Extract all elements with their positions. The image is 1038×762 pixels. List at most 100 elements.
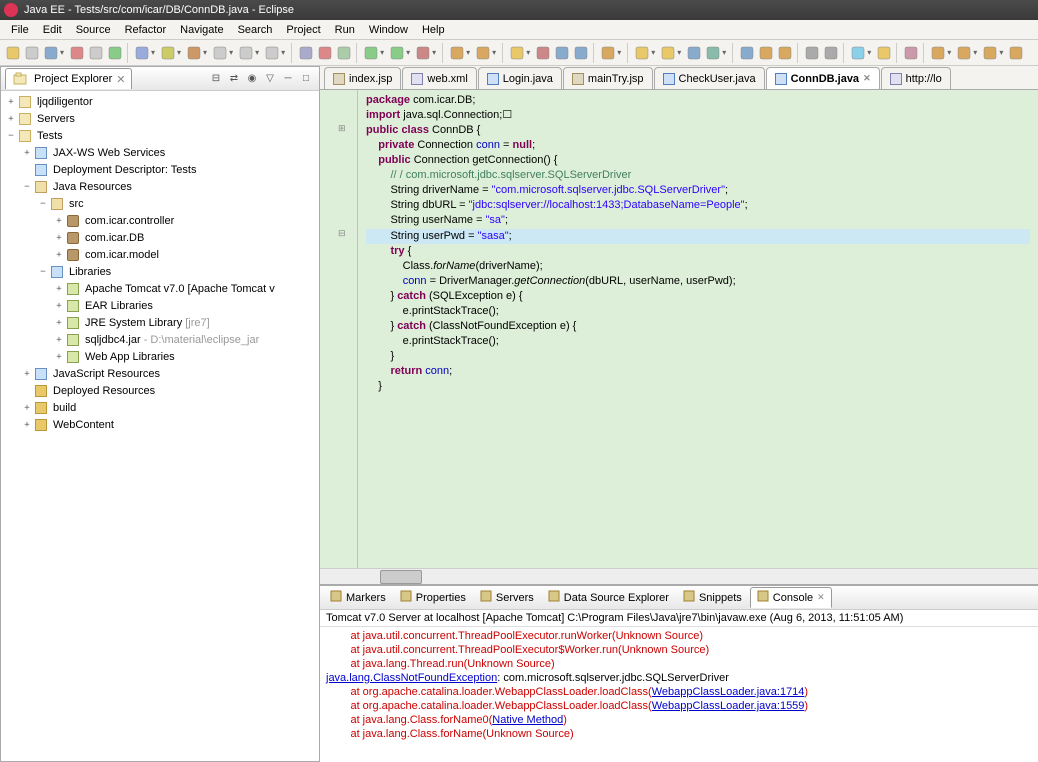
tree-node[interactable]: −Tests: [1, 127, 319, 144]
toolbar-button-9[interactable]: [185, 44, 202, 61]
menu-navigate[interactable]: Navigate: [173, 24, 230, 36]
tree-twisty[interactable]: −: [37, 267, 49, 277]
tree-node[interactable]: +JRE System Library [jre7]: [1, 314, 319, 331]
toolbar-dropdown-19[interactable]: ▾: [406, 48, 410, 57]
menu-refactor[interactable]: Refactor: [118, 24, 174, 36]
toolbar-button-16[interactable]: [335, 44, 352, 61]
toolbar-button-27[interactable]: [553, 44, 570, 61]
toolbar-dropdown-18[interactable]: ▾: [380, 48, 384, 57]
toolbar-dropdown-11[interactable]: ▾: [255, 48, 259, 57]
tree-twisty[interactable]: +: [21, 148, 33, 158]
toolbar-button-26[interactable]: [534, 44, 551, 61]
toolbar-dropdown-51[interactable]: ▾: [999, 48, 1003, 57]
menu-run[interactable]: Run: [328, 24, 362, 36]
toolbar-button-47[interactable]: [902, 44, 919, 61]
toolbar-button-44[interactable]: [849, 44, 866, 61]
tree-twisty[interactable]: +: [53, 233, 65, 243]
toolbar-dropdown-10[interactable]: ▾: [229, 48, 233, 57]
toolbar-button-28[interactable]: [572, 44, 589, 61]
tree-twisty[interactable]: +: [53, 335, 65, 345]
editor-tab-index-jsp[interactable]: index.jsp: [324, 67, 401, 89]
view-menu-icon[interactable]: ▽: [262, 71, 278, 87]
editor-tab-http-lo[interactable]: http://lo: [881, 67, 951, 89]
close-icon[interactable]: ✕: [817, 592, 825, 603]
horizontal-scrollbar[interactable]: [320, 568, 1038, 584]
tree-node[interactable]: +sqljdbc4.jar - D:\material\eclipse_jar: [1, 331, 319, 348]
view-tab-snippets[interactable]: Snippets: [677, 588, 748, 607]
tree-twisty[interactable]: +: [21, 369, 33, 379]
toolbar-button-39[interactable]: [776, 44, 793, 61]
menu-file[interactable]: File: [4, 24, 36, 36]
toolbar-dropdown-2[interactable]: ▾: [60, 48, 64, 57]
close-tab-icon[interactable]: ✕: [863, 73, 871, 84]
toolbar-button-3[interactable]: [68, 44, 85, 61]
tree-node[interactable]: +com.icar.controller: [1, 212, 319, 229]
tree-twisty[interactable]: +: [53, 284, 65, 294]
toolbar-button-45[interactable]: [875, 44, 892, 61]
tree-node[interactable]: Deployed Resources: [1, 382, 319, 399]
menu-window[interactable]: Window: [362, 24, 415, 36]
tree-node[interactable]: −Libraries: [1, 263, 319, 280]
view-tab-properties[interactable]: Properties: [394, 588, 472, 607]
toolbar-button-18[interactable]: [362, 44, 379, 61]
fold-marker[interactable]: ⊞: [338, 123, 346, 134]
minimize-icon[interactable]: ─: [280, 71, 296, 87]
tree-twisty[interactable]: +: [21, 420, 33, 430]
toolbar-dropdown-7[interactable]: ▾: [151, 48, 155, 57]
toolbar-button-5[interactable]: [106, 44, 123, 61]
toolbar-button-41[interactable]: [803, 44, 820, 61]
tree-twisty[interactable]: +: [53, 216, 65, 226]
tree-twisty[interactable]: −: [37, 199, 49, 209]
toolbar-dropdown-35[interactable]: ▾: [722, 48, 726, 57]
toolbar-button-37[interactable]: [738, 44, 755, 61]
menu-search[interactable]: Search: [231, 24, 280, 36]
link-editor-icon[interactable]: ⇄: [226, 71, 242, 87]
editor-gutter[interactable]: ⊞⊟: [320, 90, 358, 568]
collapse-all-icon[interactable]: ⊟: [208, 71, 224, 87]
toolbar-button-51[interactable]: [981, 44, 998, 61]
code-editor[interactable]: package com.icar.DB;import java.sql.Conn…: [358, 90, 1038, 568]
view-tab-markers[interactable]: Markers: [324, 588, 392, 607]
tree-twisty[interactable]: +: [5, 97, 17, 107]
toolbar-button-22[interactable]: [448, 44, 465, 61]
fold-marker[interactable]: ⊟: [338, 228, 346, 239]
project-tree[interactable]: +ljqdiligentor+Servers−Tests+JAX-WS Web …: [1, 91, 319, 761]
tree-node[interactable]: +Servers: [1, 110, 319, 127]
toolbar-dropdown-9[interactable]: ▾: [203, 48, 207, 57]
project-explorer-tab[interactable]: Project Explorer ✕: [5, 68, 132, 89]
console-output[interactable]: at java.util.concurrent.ThreadPoolExecut…: [320, 627, 1038, 762]
toolbar-button-38[interactable]: [757, 44, 774, 61]
menu-project[interactable]: Project: [279, 24, 327, 36]
toolbar-button-1[interactable]: [23, 44, 40, 61]
toolbar-button-33[interactable]: [659, 44, 676, 61]
tree-node[interactable]: +Web App Libraries: [1, 348, 319, 365]
toolbar-dropdown-32[interactable]: ▾: [651, 48, 655, 57]
toolbar-button-25[interactable]: [508, 44, 525, 61]
tree-node[interactable]: +EAR Libraries: [1, 297, 319, 314]
tree-node[interactable]: Deployment Descriptor: Tests: [1, 161, 319, 178]
menu-edit[interactable]: Edit: [36, 24, 69, 36]
tree-twisty[interactable]: +: [53, 318, 65, 328]
window-close-icon[interactable]: [4, 3, 18, 17]
editor-tab-Login-java[interactable]: Login.java: [478, 67, 562, 89]
tree-twisty[interactable]: +: [5, 114, 17, 124]
maximize-icon[interactable]: □: [298, 71, 314, 87]
toolbar-dropdown-30[interactable]: ▾: [617, 48, 621, 57]
tree-twisty[interactable]: +: [53, 250, 65, 260]
toolbar-button-50[interactable]: [955, 44, 972, 61]
toolbar-button-4[interactable]: [87, 44, 104, 61]
tree-node[interactable]: +JavaScript Resources: [1, 365, 319, 382]
toolbar-button-15[interactable]: [316, 44, 333, 61]
tree-twisty[interactable]: +: [21, 403, 33, 413]
tree-node[interactable]: +ljqdiligentor: [1, 93, 319, 110]
toolbar-button-11[interactable]: [237, 44, 254, 61]
focus-icon[interactable]: ◉: [244, 71, 260, 87]
toolbar-dropdown-50[interactable]: ▾: [973, 48, 977, 57]
toolbar-button-34[interactable]: [685, 44, 702, 61]
view-tab-data-source-explorer[interactable]: Data Source Explorer: [542, 588, 675, 607]
toolbar-button-42[interactable]: [822, 44, 839, 61]
toolbar-button-14[interactable]: [297, 44, 314, 61]
tree-twisty[interactable]: −: [5, 131, 17, 141]
toolbar-button-10[interactable]: [211, 44, 228, 61]
toolbar-button-49[interactable]: [929, 44, 946, 61]
